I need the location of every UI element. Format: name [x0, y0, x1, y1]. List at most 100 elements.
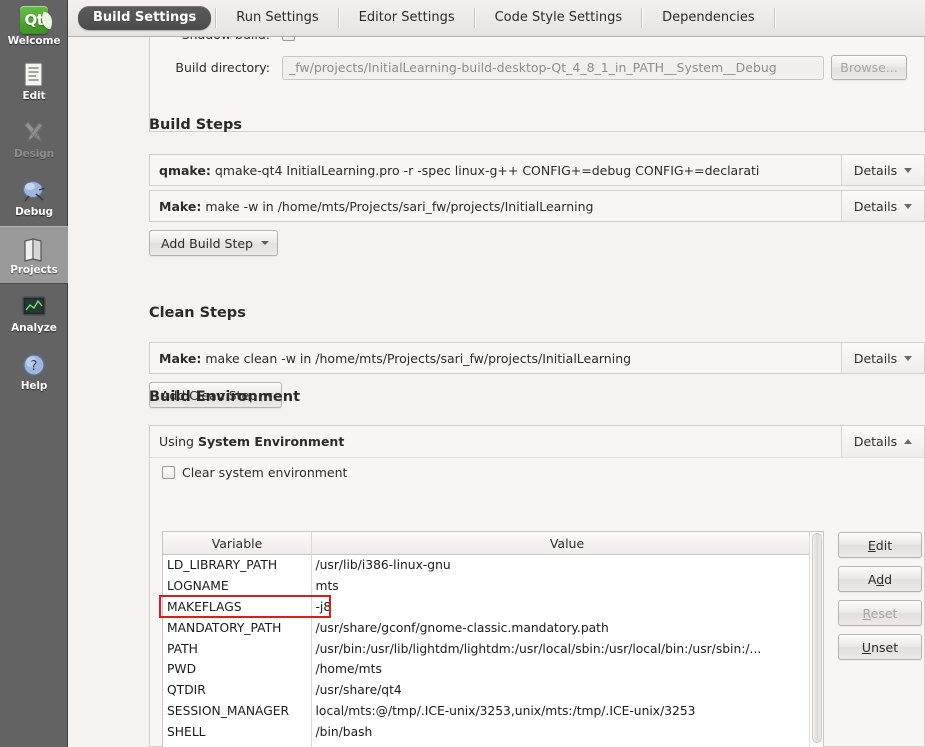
add-build-step-button[interactable]: Add Build Step	[149, 230, 278, 256]
clear-system-environment-checkbox[interactable]	[162, 465, 175, 479]
cell-value: mts	[315, 579, 339, 594]
column-header-value[interactable]: Value	[311, 532, 823, 555]
sidebar-label-projects: Projects	[10, 264, 58, 276]
build-steps-list: qmake: qmake-qt4 InitialLearning.pro -r -…	[149, 154, 925, 256]
environment-table: Variable Value LD_LIBRARY_PATH/usr/lib/i…	[163, 532, 823, 747]
table-row[interactable]: LOGNAME mts	[163, 576, 823, 597]
table-row[interactable]: LD_LIBRARY_PATH/usr/lib/i386-linux-gnu	[163, 555, 823, 576]
unset-env-button[interactable]: Unset	[838, 634, 922, 660]
debug-bug-icon	[19, 176, 49, 206]
cell-variable: PWD	[167, 662, 197, 677]
table-body: LD_LIBRARY_PATH/usr/lib/i386-linux-gnu LO…	[163, 555, 823, 747]
sidebar-item-design[interactable]: Design	[0, 110, 68, 168]
clean-steps-title: Clean Steps	[149, 305, 246, 321]
build-steps-title: Build Steps	[149, 117, 242, 133]
sidebar-item-help[interactable]: ? Help	[0, 342, 68, 400]
table-vertical-scrollbar[interactable]	[809, 532, 823, 747]
environment-details-button[interactable]: Details	[841, 426, 924, 457]
cell-variable: SESSION_MANAGER	[167, 703, 290, 718]
cell-value: /home/mts	[315, 662, 382, 677]
details-label: Details	[853, 434, 898, 449]
browse-button[interactable]: Browse...	[831, 55, 907, 80]
chevron-down-icon	[904, 355, 913, 361]
analyze-chart-icon	[19, 292, 49, 322]
clean-step-row[interactable]: Make: make clean -w in /home/mts/Projects…	[149, 342, 925, 374]
sidebar-label-edit: Edit	[22, 90, 46, 102]
tab-separator	[337, 8, 340, 28]
tab-separator	[641, 8, 644, 28]
build-step-prefix: Make:	[159, 198, 202, 214]
table-row[interactable]: SESSION_MANAGER local/mts:@/tmp/.ICE-unix…	[163, 701, 823, 722]
build-step-command: make -w in /home/mts/Projects/sari_fw/pr…	[205, 198, 594, 214]
table-header: Variable Value	[163, 532, 823, 555]
reset-env-button[interactable]: Reset	[838, 600, 922, 626]
clean-step-prefix: Make:	[159, 350, 202, 366]
environment-action-buttons: Edit Add Reset Unset	[838, 532, 922, 660]
shadow-build-label: Shadow build:	[164, 37, 270, 42]
table-row[interactable]: PATH/usr/bin:/usr/lib/lightdm/lightdm:/u…	[163, 638, 823, 659]
cell-variable: SHELL	[167, 724, 206, 739]
build-environment-title: Build Environment	[149, 389, 301, 405]
tab-build-settings[interactable]: Build Settings	[78, 6, 212, 30]
tab-run-settings[interactable]: Run Settings	[221, 6, 333, 30]
design-tools-icon	[19, 118, 49, 148]
chevron-down-icon	[904, 167, 913, 173]
qt-creator-window: Qt Welcome Edit Design Debug Projects An…	[0, 0, 925, 747]
details-label: Details	[853, 162, 898, 178]
svg-text:?: ?	[31, 359, 38, 374]
build-step-details-button[interactable]: Details	[841, 191, 924, 221]
build-step-details-button[interactable]: Details	[841, 155, 924, 185]
details-label: Details	[853, 198, 898, 214]
tab-editor-settings[interactable]: Editor Settings	[344, 6, 470, 30]
mode-selector-sidebar: Qt Welcome Edit Design Debug Projects An…	[0, 0, 68, 747]
sidebar-item-welcome[interactable]: Qt Welcome	[0, 0, 68, 52]
table-row[interactable]: SSH_AGENT_PID3288	[163, 742, 823, 747]
build-directory-input[interactable]: _fw/projects/InitialLearning-build-deskt…	[282, 55, 824, 80]
add-env-label: Add	[867, 571, 893, 587]
cell-variable: MANDATORY_PATH	[167, 620, 282, 635]
edit-env-button[interactable]: Edit	[838, 532, 922, 558]
sidebar-item-analyze[interactable]: Analyze	[0, 284, 68, 342]
clean-step-details-button[interactable]: Details	[841, 343, 924, 373]
using-value: System Environment	[197, 434, 345, 449]
tab-dependencies[interactable]: Dependencies	[647, 6, 770, 30]
tab-separator	[773, 8, 776, 28]
build-settings-panel: Shadow build: Build directory: _fw/proje…	[68, 37, 925, 747]
cell-value: /bin/bash	[315, 724, 373, 739]
sidebar-item-debug[interactable]: Debug	[0, 168, 68, 226]
add-build-step-label: Add Build Step	[161, 235, 253, 251]
clear-system-environment-row: Clear system environment	[150, 458, 924, 486]
table-row[interactable]: SHELL/bin/bash	[163, 721, 823, 742]
table-row[interactable]: MAKEFLAGS -j8	[163, 597, 823, 618]
environment-variables-table[interactable]: Variable Value LD_LIBRARY_PATH/usr/lib/i…	[162, 531, 824, 747]
projects-folder-icon	[19, 234, 49, 264]
chevron-up-icon	[904, 439, 913, 444]
build-step-command: qmake-qt4 InitialLearning.pro -r -spec l…	[214, 162, 760, 178]
build-step-text: qmake: qmake-qt4 InitialLearning.pro -r -…	[150, 155, 841, 185]
settings-tab-bar: Build Settings Run Settings Editor Setti…	[68, 0, 925, 37]
build-step-row[interactable]: Make: make -w in /home/mts/Projects/sari_…	[149, 190, 925, 222]
build-directory-label: Build directory:	[175, 60, 270, 75]
build-step-row[interactable]: qmake: qmake-qt4 InitialLearning.pro -r -…	[149, 154, 925, 186]
using-prefix: Using	[159, 434, 194, 449]
cell-value: -j8	[315, 599, 332, 614]
cell-value: /usr/lib/i386-linux-gnu	[315, 558, 451, 573]
chevron-down-icon	[904, 203, 913, 209]
cell-variable: SSH_AGENT_PID	[163, 742, 312, 747]
build-step-prefix: qmake:	[159, 162, 211, 178]
add-env-button[interactable]: Add	[838, 566, 922, 592]
column-header-variable[interactable]: Variable	[163, 532, 312, 555]
shadow-build-checkbox[interactable]	[282, 37, 295, 41]
table-row[interactable]: QTDIR/usr/share/qt4	[163, 680, 823, 701]
tab-code-style-settings[interactable]: Code Style Settings	[480, 6, 638, 30]
sidebar-item-projects[interactable]: Projects	[0, 226, 68, 284]
cell-variable: LD_LIBRARY_PATH	[167, 558, 278, 573]
sidebar-item-edit[interactable]: Edit	[0, 52, 68, 110]
cell-variable: MAKEFLAGS	[167, 599, 242, 614]
table-row[interactable]: PWD/home/mts	[163, 659, 823, 680]
cell-value: /usr/share/qt4	[315, 683, 402, 698]
table-row[interactable]: MANDATORY_PATH/usr/share/gconf/gnome-cla…	[163, 617, 823, 638]
cell-variable: PATH	[167, 641, 198, 656]
cell-value: /usr/bin:/usr/lib/lightdm/lightdm:/usr/l…	[315, 641, 762, 656]
scrollbar-thumb[interactable]	[812, 533, 822, 743]
